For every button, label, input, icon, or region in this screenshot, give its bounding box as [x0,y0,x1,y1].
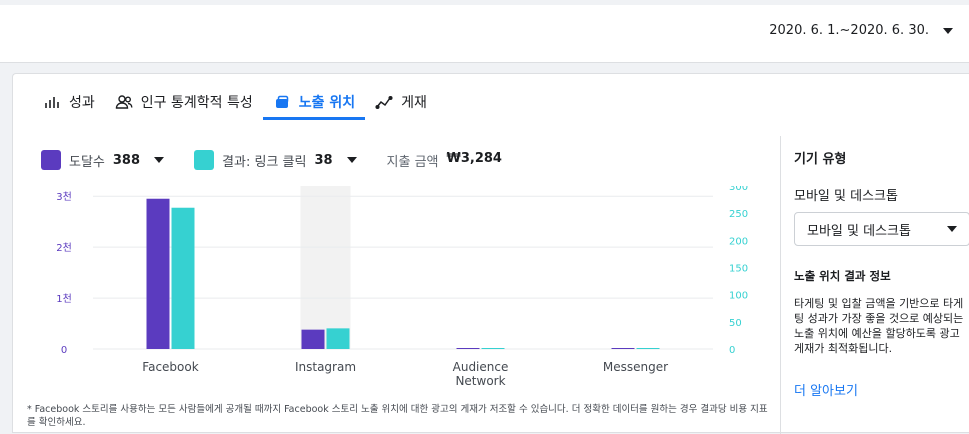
spend-label: 지출 금액 [386,154,439,170]
reach-metric-dropdown[interactable]: 도달수 388 [41,150,165,170]
date-range-label: 2020. 6. 1.~2020. 6. 30. [769,23,929,38]
tab-delivery[interactable]: 게재 [365,84,437,120]
tab-performance[interactable]: 성과 [33,84,105,120]
results-label: 결과: 링크 클릭 [222,154,307,170]
chevron-down-icon [346,157,357,163]
placement-bar-chart: 0 1천 2천 3천 0 50 100 150 200 250 300 Facebook Instagr… [56,186,748,388]
right-axis-tick: 50 [729,318,742,329]
right-axis-tick: 100 [729,291,748,302]
category-label: Network [455,374,505,388]
bar-chart-icon [45,97,59,108]
right-axis-tick: 150 [729,264,748,275]
category-label: Facebook [142,360,198,374]
tab-label: 게재 [401,95,427,111]
placement-icon [275,95,288,108]
date-range-picker[interactable]: 2020. 6. 1.~2020. 6. 30. [769,23,953,38]
bar-results [481,348,505,349]
learn-more-link[interactable]: 더 알아보기 [794,380,969,399]
category-label: Instagram [295,360,356,374]
device-type-title: 기기 유형 [794,152,847,167]
left-axis-tick: 3천 [56,191,72,203]
metric-selectors: 도달수 388 결과: 링크 클릭 38 지출 금액 ₩3,284 [41,150,502,170]
chevron-down-icon [154,157,165,163]
tab-label: 성과 [69,95,95,111]
reach-color-swatch [41,150,61,170]
highlight-band [300,186,351,349]
spend-value: ₩3,284 [446,150,502,166]
left-axis-tick: 2천 [56,242,72,254]
bar-results [636,348,660,349]
tab-bar: 성과 인구 통계학적 특성 노출 위치 게재 [33,84,437,120]
side-panel: 기기 유형 모바일 및 데스크톱 모바일 및 데스크톱 노출 위치 결과 정보 … [780,136,969,434]
tab-label: 인구 통계학적 특성 [140,95,253,111]
footnote: * Facebook 스토리를 사용하는 모든 사람들에게 공개될 때까지 Fa… [27,404,768,428]
results-metric-dropdown[interactable]: 결과: 링크 클릭 38 [194,150,357,170]
placement-info-body: 타게팅 및 입찰 금액을 기반으로 타게팅 성과가 가장 좋을 것으로 예상되는… [794,297,964,355]
right-axis-tick: 200 [729,236,748,247]
results-value: 38 [314,152,333,168]
chevron-down-icon [943,27,953,34]
top-bar: 2020. 6. 1.~2020. 6. 30. [0,5,969,63]
amount-spent: 지출 금액 ₩3,284 [387,151,502,170]
results-color-swatch [194,150,215,170]
device-type-select[interactable]: 모바일 및 데스크톱 [794,212,969,246]
tab-demographics[interactable]: 인구 통계학적 특성 [105,84,263,120]
reach-label: 도달수 [69,154,105,170]
bar-reach [611,348,635,349]
delivery-icon [375,95,393,110]
bar-reach [301,329,325,349]
device-type-select-value: 모바일 및 데스크톱 [807,223,911,239]
device-type-subtitle: 모바일 및 데스크톱 [794,189,898,204]
right-axis-tick: 250 [729,209,748,220]
right-axis-tick: 300 [729,186,748,193]
placement-info-title: 노출 위치 결과 정보 [794,269,891,283]
bar-results [326,328,350,349]
left-axis-tick: 0 [61,345,67,356]
reach-value: 388 [112,152,141,168]
tab-label: 노출 위치 [298,95,356,111]
bar-reach [456,348,480,349]
right-axis-tick: 0 [729,345,735,356]
chevron-down-icon [947,226,957,232]
bar-reach [146,198,170,349]
people-icon [115,95,133,109]
category-label: Messenger [603,360,668,374]
tab-placement[interactable]: 노출 위치 [262,84,366,120]
insights-card: 성과 인구 통계학적 특성 노출 위치 게재 도달수 388 결과: 링크 클릭… [12,73,969,434]
bar-results [171,207,195,349]
category-label: Audience [453,360,509,374]
left-axis-tick: 1천 [56,293,72,305]
